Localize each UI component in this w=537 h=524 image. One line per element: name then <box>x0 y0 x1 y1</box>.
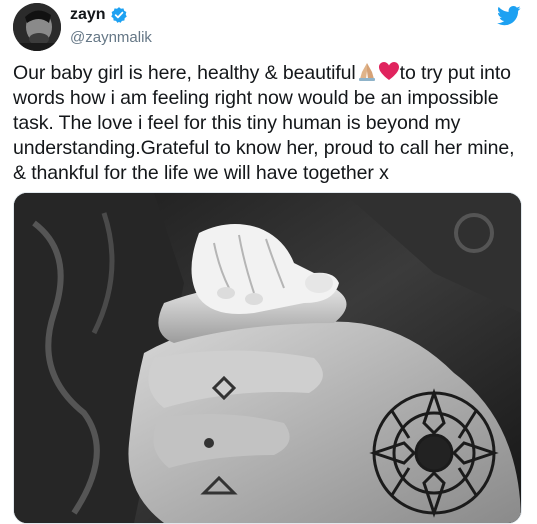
avatar[interactable] <box>13 3 61 51</box>
red-heart-icon <box>378 60 400 82</box>
tweet-text-part1: Our baby girl is here, healthy & beautif… <box>13 62 356 84</box>
display-name[interactable]: zayn <box>70 6 106 24</box>
tweet-photo[interactable] <box>13 192 522 524</box>
baby-hand-photo <box>14 193 521 523</box>
tweet-card: zayn @zaynmalik Our baby girl is here, h… <box>0 0 537 524</box>
tweet-text: Our baby girl is here, healthy & beautif… <box>13 60 531 186</box>
twitter-bird-icon[interactable] <box>497 6 521 26</box>
folded-hands-icon <box>356 60 378 82</box>
user-info: zayn @zaynmalik <box>70 4 152 46</box>
profile-photo-icon <box>13 3 61 51</box>
verified-badge-icon <box>110 6 128 24</box>
user-handle[interactable]: @zaynmalik <box>70 29 152 46</box>
